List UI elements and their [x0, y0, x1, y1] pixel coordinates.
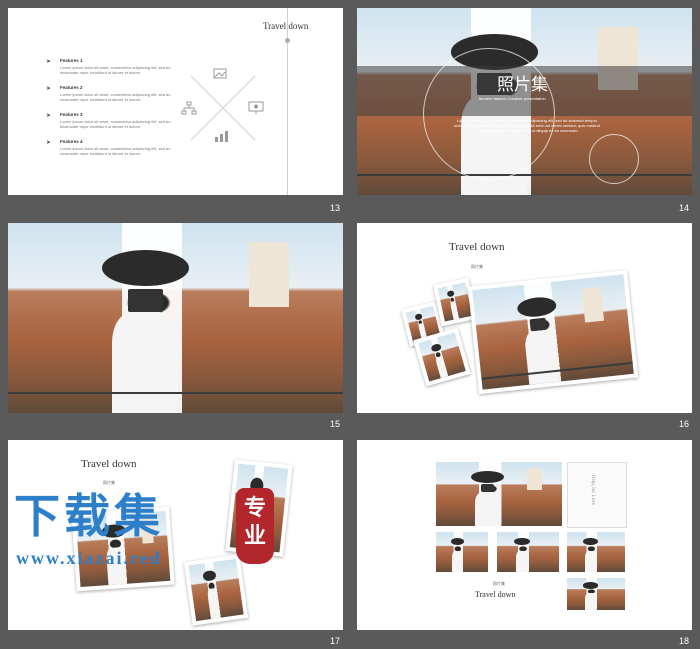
slide-number: 15: [330, 419, 341, 429]
slide-title: Travel down: [475, 590, 516, 599]
bar-chart-icon: [213, 130, 229, 145]
photo-frame: [467, 269, 639, 395]
feature-text: Lorem ipsum dolor sit amet, consectetur …: [60, 119, 171, 129]
timeline-dot: [285, 38, 290, 43]
grid-photo: [567, 578, 625, 610]
org-chart-icon: [181, 101, 197, 117]
arrow-icon: ➤: [46, 59, 52, 65]
slide-number: 18: [679, 636, 690, 646]
slide-caption: 照片集: [471, 264, 483, 269]
feature-text: Lorem ipsum dolor sit amet, consectetur …: [60, 146, 171, 156]
slide-18[interactable]: Help, let, Love 照片集 Travel down: [357, 440, 692, 630]
travel-photo: [8, 223, 343, 413]
slide-title: Travel down: [263, 21, 309, 31]
slide-14[interactable]: 照片集 Modern fashion Creative presentation…: [357, 8, 692, 195]
photo-frame: [183, 554, 249, 626]
watermark-url: www.xiazai.red: [16, 548, 162, 568]
seal-text: 专业: [243, 495, 266, 548]
grid-photo-large: [436, 462, 562, 526]
side-text: Help, let, Love: [590, 475, 595, 505]
slide-caption: 照片集: [493, 581, 505, 586]
slide-number: 14: [679, 203, 690, 213]
slide-16[interactable]: Travel down 照片集: [357, 223, 692, 413]
decor-circle: [423, 48, 555, 180]
image-icon: [213, 68, 227, 81]
slide-13[interactable]: Travel down ➤ Features 1 Lorem ipsum dol…: [8, 8, 343, 195]
side-text-box: Help, let, Love: [567, 462, 627, 528]
arrow-icon: ➤: [46, 113, 52, 119]
slide-17[interactable]: Travel down 照片集 下载集 专业 www.xiazai.red: [8, 440, 343, 630]
decor-circle-small: [589, 134, 639, 184]
feature-text: Lorem ipsum dolor sit amet, consectetur …: [60, 65, 171, 75]
arrow-icon: ➤: [46, 140, 52, 146]
feature-title: Features 1: [60, 58, 83, 63]
slide-title: Travel down: [81, 458, 137, 470]
feature-item: ➤ Features 4 Lorem ipsum dolor sit amet,…: [46, 139, 176, 166]
arrow-icon: ➤: [46, 86, 52, 92]
watermark-seal: 专业: [236, 488, 274, 564]
feature-text: Lorem ipsum dolor sit amet, consectetur …: [60, 92, 171, 102]
feature-item: ➤ Features 2 Lorem ipsum dolor sit amet,…: [46, 85, 176, 112]
slide-number: 13: [330, 203, 341, 213]
feature-title: Features 4: [60, 139, 83, 144]
grid-photo: [497, 532, 559, 572]
feature-item: ➤ Features 1 Lorem ipsum dolor sit amet,…: [46, 58, 176, 85]
grid-photo: [436, 532, 488, 572]
feature-item: ➤ Features 3 Lorem ipsum dolor sit amet,…: [46, 112, 176, 139]
timeline-line: [287, 8, 288, 195]
slide-title: Travel down: [449, 241, 505, 253]
slide-number: 17: [330, 636, 341, 646]
slide-number: 16: [679, 419, 690, 429]
watermark-logo: 下载集: [14, 490, 164, 542]
feature-title: Features 2: [60, 85, 83, 90]
slide-15[interactable]: [8, 223, 343, 413]
feature-title: Features 3: [60, 112, 83, 117]
grid-photo: [567, 532, 625, 572]
presentation-icon: [248, 101, 264, 117]
